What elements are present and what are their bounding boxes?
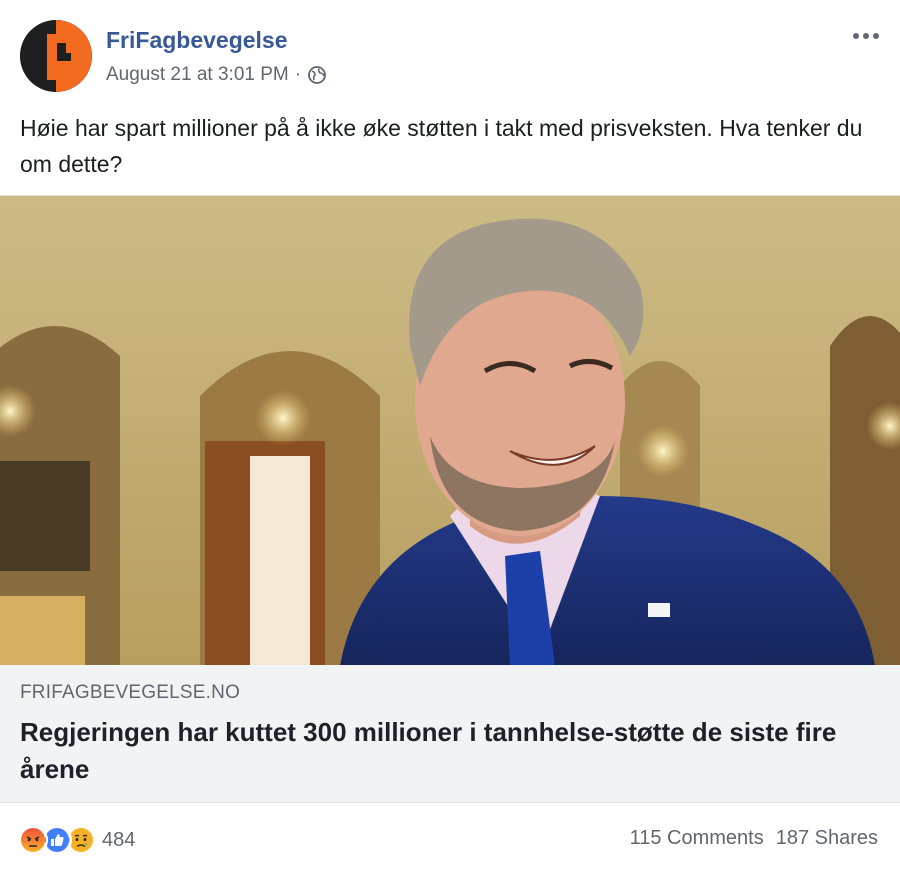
- frifagbevegelse-logo-icon: [20, 20, 92, 92]
- engagement-counts: 115 Comments 187 Shares: [630, 827, 878, 850]
- link-domain: FRIFAGBEVEGELSE.NO: [20, 682, 241, 703]
- post-header: FriFagbevegelse August 21 at 3:01 PM ·: [0, 0, 900, 105]
- globe-icon[interactable]: [307, 65, 327, 85]
- link-title[interactable]: Regjeringen har kuttet 300 millioner i t…: [20, 714, 880, 788]
- link-preview-image[interactable]: [0, 195, 900, 665]
- shares-count-link[interactable]: 187 Shares: [776, 827, 878, 850]
- link-caption[interactable]: FRIFAGBEVEGELSE.NO Regjeringen har kutte…: [0, 665, 900, 803]
- angry-icon: [18, 825, 48, 855]
- comments-count-link[interactable]: 115 Comments: [630, 827, 764, 850]
- more-dot-icon: [873, 33, 879, 39]
- reactions-summary[interactable]: 484: [18, 825, 135, 855]
- meta-separator: ·: [294, 64, 302, 85]
- post-text: Høie har spart millioner på å ikke øke s…: [20, 115, 863, 177]
- more-options-button[interactable]: [846, 22, 886, 50]
- post-meta: August 21 at 3:01 PM ·: [106, 64, 327, 86]
- page-name-link[interactable]: FriFagbevegelse: [106, 27, 288, 54]
- reaction-count: 484: [102, 828, 136, 851]
- more-dot-icon: [853, 33, 859, 39]
- more-dot-icon: [863, 33, 869, 39]
- post-timestamp[interactable]: August 21 at 3:01 PM: [106, 64, 289, 86]
- post-footer: 484 115 Comments 187 Shares: [0, 805, 900, 875]
- page-avatar[interactable]: [20, 20, 92, 92]
